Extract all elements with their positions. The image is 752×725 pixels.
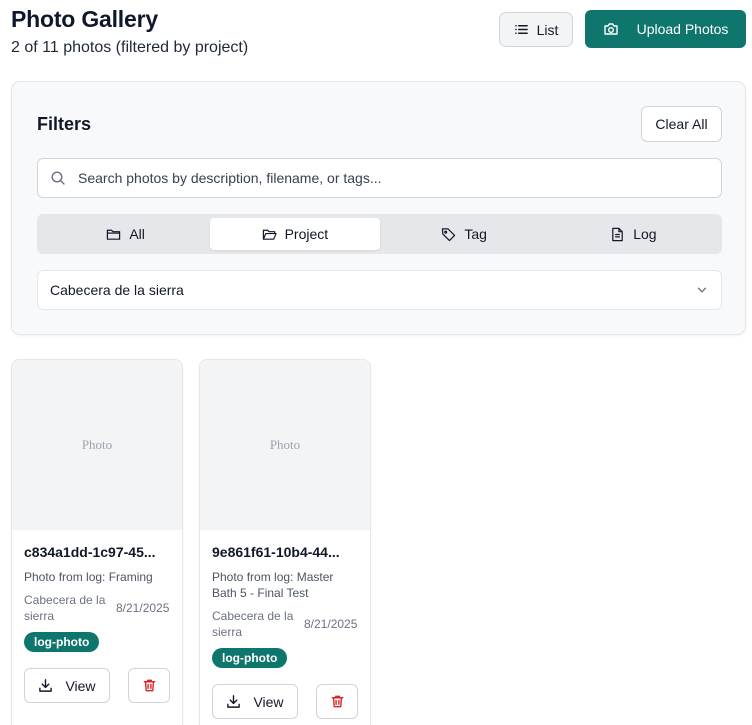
camera-icon <box>603 21 619 37</box>
delete-button[interactable] <box>316 684 358 719</box>
list-icon <box>514 22 529 37</box>
list-view-label: List <box>536 21 559 38</box>
photo-project: Cabecera de la sierra <box>24 593 106 623</box>
delete-button[interactable] <box>128 668 170 703</box>
photo-card: Photo 9e861f61-10b4-44... Photo from log… <box>199 359 371 725</box>
upload-photos-label: Upload Photos <box>636 21 729 37</box>
view-button[interactable]: View <box>24 668 110 703</box>
tab-project-label: Project <box>284 226 329 242</box>
trash-icon <box>330 694 345 709</box>
photo-description: Photo from log: Framing <box>24 570 153 584</box>
view-button[interactable]: View <box>212 684 298 719</box>
card-actions: View <box>24 668 170 703</box>
download-icon <box>38 678 53 693</box>
photo-project: Cabecera de la sierra <box>212 609 294 639</box>
folder-icon <box>106 227 121 242</box>
search-icon <box>50 170 66 186</box>
filter-tabs: All Project Tag Log <box>37 214 722 254</box>
search-input[interactable] <box>78 170 678 186</box>
photo-thumbnail[interactable]: Photo <box>12 360 182 530</box>
trash-icon <box>142 678 157 693</box>
card-actions: View <box>212 684 358 719</box>
tag-badge: log-photo <box>212 648 288 668</box>
list-view-button[interactable]: List <box>499 12 573 47</box>
photo-description: Photo from log: Master Bath 5 - Final Te… <box>212 570 334 600</box>
download-icon <box>226 694 241 709</box>
page-title: Photo Gallery <box>11 6 158 32</box>
photo-thumbnail[interactable]: Photo <box>200 360 370 530</box>
photo-count: 2 of 11 photos (filtered by project) <box>11 39 249 56</box>
photo-card: Photo c834a1dd-1c97-45... Photo from log… <box>11 359 183 725</box>
project-select[interactable]: Cabecera de la sierra <box>37 270 722 310</box>
clear-all-button[interactable]: Clear All <box>641 106 722 142</box>
search-field[interactable] <box>37 158 722 198</box>
view-label: View <box>253 693 284 710</box>
photo-meta: Cabecera de la sierra 8/21/2025 <box>212 608 358 640</box>
upload-photos-button[interactable]: Upload Photos <box>585 10 746 48</box>
tab-tag-label: Tag <box>464 226 487 242</box>
photo-meta: Cabecera de la sierra 8/21/2025 <box>24 592 170 624</box>
file-text-icon <box>610 227 625 242</box>
tag-icon <box>441 227 456 242</box>
photo-date: 8/21/2025 <box>116 601 170 615</box>
project-select-value: Cabecera de la sierra <box>50 282 184 298</box>
tag-badge: log-photo <box>24 632 100 652</box>
photo-date: 8/21/2025 <box>304 617 358 631</box>
tab-log-label: Log <box>633 226 657 242</box>
photo-filename: c834a1dd-1c97-45... <box>24 544 156 560</box>
tab-all[interactable]: All <box>41 218 210 250</box>
folder-open-icon <box>262 227 277 242</box>
tab-project[interactable]: Project <box>210 218 380 250</box>
tab-all-label: All <box>129 226 145 242</box>
tab-tag[interactable]: Tag <box>380 218 549 250</box>
photo-filename: 9e861f61-10b4-44... <box>212 544 340 560</box>
chevron-down-icon <box>695 283 709 297</box>
filters-panel: Filters Clear All All Project <box>11 81 746 335</box>
view-label: View <box>65 677 96 694</box>
page-header: Photo Gallery 2 of 11 photos (filtered b… <box>11 6 248 57</box>
tab-log[interactable]: Log <box>549 218 718 250</box>
filters-title: Filters <box>37 114 92 134</box>
